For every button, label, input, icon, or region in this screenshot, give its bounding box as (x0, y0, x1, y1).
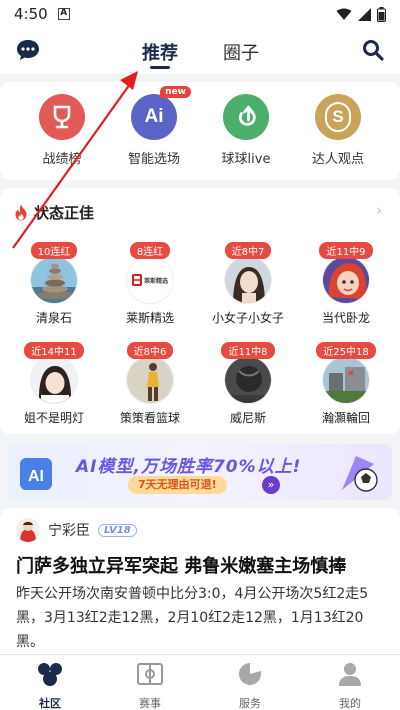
community-icon (38, 663, 62, 686)
expert-name: 莱斯精选 (125, 311, 174, 325)
trophy-icon (39, 94, 85, 140)
tab-label: 服务 (239, 697, 261, 710)
active-tab-indicator (150, 66, 170, 69)
expert-avatar: 莱斯精选 (126, 256, 174, 304)
expert-name: 姐不是明灯 (23, 411, 84, 425)
quick-actions-card: 战绩榜 Ai new 智能选场 球球live S 达人观点 (0, 82, 400, 180)
tab-community[interactable]: 社区 (0, 655, 100, 710)
expert-badge: 近11中8 (221, 342, 275, 359)
dollar-icon: S (315, 94, 361, 140)
expert-name: 小女子小女子 (211, 311, 284, 325)
level-badge: LV18 (98, 523, 137, 537)
notification-a-icon: A (57, 8, 70, 20)
search-icon[interactable] (362, 39, 384, 61)
expert-badge: 近25中18 (316, 342, 376, 359)
expert-badge: 10连红 (30, 242, 78, 259)
expert-badge: 8连红 (129, 242, 171, 259)
expert-card[interactable]: 近11中9 当代卧龙 (296, 240, 396, 326)
quick-action-label: 达人观点 (311, 152, 364, 167)
expert-card[interactable]: 近25中18 瀚灝輪回 (296, 340, 396, 426)
tab-label: 赛事 (139, 697, 161, 710)
signal-icon (358, 7, 371, 21)
tab-label: 我的 (339, 697, 361, 710)
expert-name: 当代卧龙 (321, 311, 370, 325)
fire-icon (15, 204, 27, 221)
battery-icon (377, 6, 386, 22)
expert-avatar (224, 256, 272, 304)
section-title: 状态正佳 (34, 204, 95, 222)
expert-badge: 近14中11 (24, 342, 84, 359)
quick-action-label: 战绩榜 (42, 152, 82, 167)
article-card[interactable]: 宁彩臣 LV18 门萨多独立异军突起 弗鲁米嫩塞主场慎捧 昨天公开场次南安普顿中… (0, 508, 400, 654)
status-time: 4:50 (14, 5, 48, 23)
author-name: 宁彩臣 (48, 523, 90, 539)
tab-circle[interactable]: 圈子 (223, 39, 259, 65)
wifi-icon (336, 8, 352, 20)
bottom-tab-bar: 社区 赛事 服务 我的 (0, 654, 400, 710)
tab-matches[interactable]: 赛事 (100, 655, 200, 710)
new-badge: new (160, 86, 191, 98)
expert-name: 清泉石 (35, 311, 72, 325)
tab-recommend[interactable]: 推荐 (142, 39, 178, 65)
chevron-right-icon: › (376, 201, 382, 219)
expert-card[interactable]: 近11中8 威尼斯 (198, 340, 298, 426)
quick-action-ranking[interactable]: 战绩榜 (12, 94, 112, 167)
status-icons (336, 6, 386, 22)
article-title: 门萨多独立异军突起 弗鲁米嫩塞主场慎捧 (16, 556, 347, 577)
expert-avatar (30, 256, 78, 304)
author-avatar (16, 518, 40, 542)
expert-card[interactable]: 近8中7 小女子小女子 (198, 240, 298, 326)
tab-label: 社区 (39, 697, 61, 710)
service-icon (239, 663, 261, 685)
top-navigation: 推荐 圈子 (0, 28, 400, 74)
expert-avatar (322, 356, 370, 404)
article-author[interactable]: 宁彩臣 LV18 (16, 518, 137, 542)
expert-name: 策策看篮球 (119, 411, 180, 425)
profile-icon (339, 663, 361, 686)
quick-action-ai-select[interactable]: Ai new 智能选场 (104, 86, 204, 167)
section-header[interactable]: 状态正佳 › (14, 201, 382, 223)
expert-card[interactable]: 近14中11 姐不是明灯 (4, 340, 104, 426)
status-bar: 4:50 A (0, 0, 400, 28)
quick-action-label: 智能选场 (127, 152, 180, 167)
expert-card[interactable]: 近8中6 策策看篮球 (100, 340, 200, 426)
article-body: 昨天公开场次南安普顿中比分3:0，4月公开场次5红2走5黑，3月13红2走12黑… (16, 586, 369, 650)
brand-logo-icon (131, 274, 142, 286)
expert-badge: 近8中7 (224, 242, 272, 259)
expert-badge: 近11中9 (319, 242, 373, 259)
banner-subtitle: 7天无理由可退! (128, 476, 227, 494)
soccer-ball-icon (342, 456, 378, 492)
quick-action-expert-views[interactable]: S 达人观点 (288, 94, 388, 167)
expert-name: 瀚灝輪回 (321, 411, 370, 425)
expert-avatar (126, 356, 174, 404)
expert-avatar (322, 256, 370, 304)
chat-icon[interactable] (16, 39, 40, 61)
expert-avatar (224, 356, 272, 404)
expert-card[interactable]: 10连红 清泉石 (4, 240, 104, 326)
banner-title: AI模型,万场胜率70%以上! (76, 457, 302, 477)
tab-service[interactable]: 服务 (200, 655, 300, 710)
quick-action-label: 球球live (221, 152, 271, 167)
ai-icon: Ai new (131, 86, 191, 140)
ai-chip-icon: AI (20, 458, 52, 490)
expert-card[interactable]: 8连红 莱斯精选 莱斯精选 (100, 240, 200, 326)
live-icon (223, 94, 269, 140)
double-arrow-icon: » (262, 476, 280, 494)
brand-logo-text: 莱斯精选 (143, 277, 168, 285)
expert-name: 威尼斯 (229, 411, 266, 425)
quick-action-live[interactable]: 球球live (196, 94, 296, 167)
expert-badge: 近8中6 (126, 342, 174, 359)
promo-banner[interactable]: AI AI模型,万场胜率70%以上! 7天无理由可退! » (8, 444, 392, 500)
tab-profile[interactable]: 我的 (300, 655, 400, 710)
match-icon (137, 663, 163, 685)
expert-avatar (30, 356, 78, 404)
svg-text:AI: AI (28, 468, 44, 485)
hot-experts-card: 状态正佳 › 10连红 清泉石 8连红 莱斯精选 莱斯精选 近8中7 小女子小女… (0, 188, 400, 434)
